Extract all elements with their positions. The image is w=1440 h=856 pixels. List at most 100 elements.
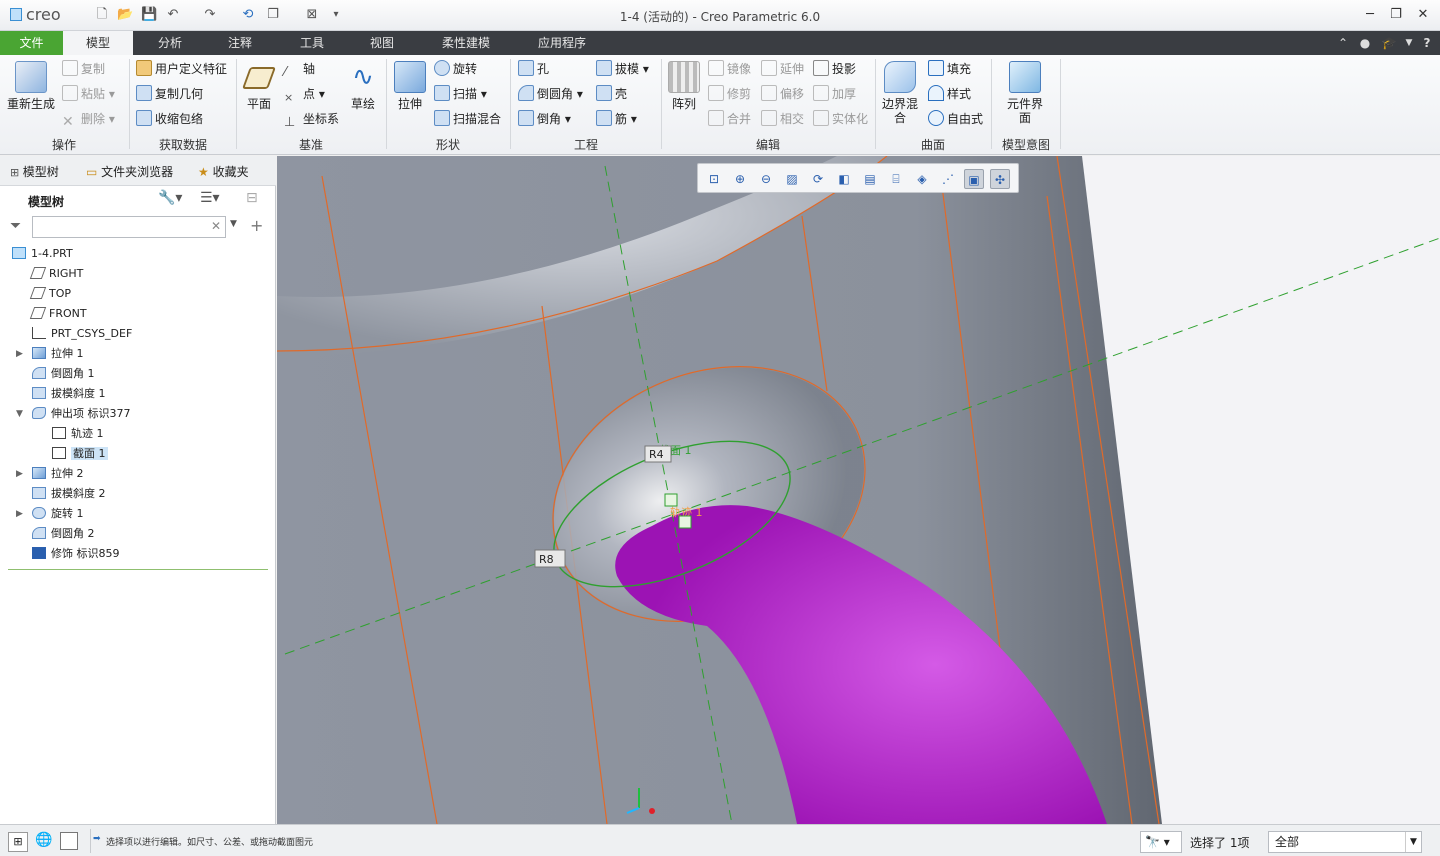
draft-button[interactable]: 拔模 ▾ (596, 59, 649, 79)
tab-tools[interactable]: 工具 (282, 31, 342, 55)
group-label-get-data[interactable]: 获取数据 (130, 136, 236, 152)
find-button[interactable]: 🔭 ▾ (1140, 831, 1182, 853)
datum-display-icon[interactable]: ⋰ (938, 169, 958, 189)
search-options-icon[interactable]: ▼ (230, 219, 237, 229)
tree-search-field[interactable]: ✕ (32, 216, 226, 238)
tree-item[interactable]: 修饰 标识859 (0, 544, 276, 564)
learning-icon[interactable]: 🎓 (1380, 34, 1398, 52)
regenerate-button[interactable]: 重新生成 (4, 61, 58, 111)
tab-model[interactable]: 模型 (63, 31, 133, 55)
component-interface-button[interactable]: 元件界面 (996, 61, 1054, 125)
group-label-surfaces[interactable]: 曲面 (876, 136, 990, 152)
freestyle-button[interactable]: 自由式 (928, 109, 983, 129)
close-window-icon[interactable]: ⊠ (304, 7, 320, 23)
zoom-in-icon[interactable]: ⊕ (730, 169, 750, 189)
tab-view[interactable]: 视图 (352, 31, 412, 55)
restore-icon[interactable]: ❐ (1383, 6, 1409, 24)
fullscreen-icon[interactable] (60, 832, 78, 850)
clear-search-icon[interactable]: ✕ (211, 219, 221, 233)
save-icon[interactable]: 💾 (141, 7, 157, 23)
regenerate-icon[interactable]: ⟲ (240, 7, 256, 23)
tree-item[interactable]: FRONT (0, 304, 276, 324)
chevron-down-icon[interactable]: ▼ (1400, 34, 1418, 52)
extrude-button[interactable]: 拉伸 (390, 61, 430, 111)
settings-icon[interactable]: 🔧▾ (158, 190, 182, 206)
tab-folder-browser[interactable]: ▭ 文件夹浏览器 (86, 163, 173, 180)
tree-item[interactable]: 轨迹 1 (0, 424, 276, 444)
filter-tree-icon[interactable]: ⊟ (246, 190, 258, 206)
reorient-icon[interactable]: ⟳ (808, 169, 828, 189)
model-canvas[interactable]: 截面 1 轨迹 1 R4 R8 (277, 156, 1440, 824)
add-column-icon[interactable]: + (250, 216, 263, 235)
browser-icon[interactable]: 🌐 (34, 832, 54, 852)
tab-file[interactable]: 文件 (0, 31, 63, 55)
spin-center-icon[interactable]: ✣ (990, 169, 1010, 189)
show-icon[interactable]: ☰▾ (200, 190, 220, 206)
thicken-button[interactable]: 加厚 (813, 84, 856, 104)
selection-filter-select[interactable]: 全部 ▼ (1268, 831, 1422, 853)
view-manager-icon[interactable]: ⌸ (886, 169, 906, 189)
intersect-button[interactable]: 相交 (761, 109, 804, 129)
saved-views-icon[interactable]: ▤ (860, 169, 880, 189)
group-label-datum[interactable]: 基准 (237, 136, 385, 152)
rib-button[interactable]: 筋 ▾ (596, 109, 637, 129)
tree-item[interactable]: 截面 1 (0, 444, 276, 464)
boundary-blend-button[interactable]: 边界混合 (879, 61, 921, 125)
refit-icon[interactable]: ⊡ (704, 169, 724, 189)
sweep-button[interactable]: 扫描 ▾ (434, 84, 487, 104)
shrinkwrap-button[interactable]: 收缩包络 (136, 109, 203, 129)
tab-favorites[interactable]: ★ 收藏夹 (198, 163, 249, 180)
plane-button[interactable]: 平面 (240, 61, 278, 111)
graphics-viewport[interactable]: 截面 1 轨迹 1 R4 R8 (277, 156, 1440, 824)
pattern-button[interactable]: 阵列 (666, 61, 702, 111)
group-label-operations[interactable]: 操作 (0, 136, 128, 152)
tree-item[interactable]: PRT_CSYS_DEF (0, 324, 276, 344)
redo-icon[interactable]: ↷ (202, 7, 218, 23)
tab-model-tree[interactable]: ⊞ 模型树 (10, 163, 59, 180)
expand-toggle-icon[interactable]: ▼ (16, 404, 23, 424)
extend-button[interactable]: 延伸 (761, 59, 804, 79)
tree-item[interactable]: ▶ 旋转 1 (0, 504, 276, 524)
tab-flexible-modeling[interactable]: 柔性建模 (428, 31, 504, 55)
help-icon[interactable]: ? (1418, 34, 1436, 52)
solidify-button[interactable]: 实体化 (813, 109, 868, 129)
tab-analysis[interactable]: 分析 (140, 31, 200, 55)
shell-button[interactable]: 壳 (596, 84, 627, 104)
undo-icon[interactable]: ↶ (165, 7, 181, 23)
display-style-icon[interactable]: ◧ (834, 169, 854, 189)
udf-button[interactable]: 用户定义特征 (136, 59, 227, 79)
sketch-button[interactable]: ∿ 草绘 (344, 61, 382, 111)
search-help-icon[interactable]: ● (1356, 34, 1374, 52)
tree-item[interactable]: 1-4.PRT (0, 244, 276, 264)
tab-applications[interactable]: 应用程序 (524, 31, 600, 55)
tree-item[interactable]: RIGHT (0, 264, 276, 284)
windows-icon[interactable]: ❐ (265, 7, 281, 23)
csys-button[interactable]: ⊥ 坐标系 (284, 109, 339, 130)
mirror-button[interactable]: 镜像 (708, 59, 751, 79)
toggle-navigator-icon[interactable]: ⊞ (8, 832, 28, 852)
chevron-down-icon[interactable]: ▼ (1405, 832, 1421, 852)
constraint-marker-1[interactable] (664, 493, 678, 507)
tree-item[interactable]: TOP (0, 284, 276, 304)
tree-item[interactable]: ▶ 拉伸 1 (0, 344, 276, 364)
copy-button[interactable]: 复制 (62, 59, 105, 79)
swept-blend-button[interactable]: 扫描混合 (434, 109, 501, 129)
merge-button[interactable]: 合并 (708, 109, 751, 129)
fill-button[interactable]: 填充 (928, 59, 971, 79)
axis-button[interactable]: ⁄ 轴 (284, 59, 315, 80)
zoom-out-icon[interactable]: ⊖ (756, 169, 776, 189)
project-button[interactable]: 投影 (813, 59, 856, 79)
chamfer-button[interactable]: 倒角 ▾ (518, 109, 571, 129)
new-icon[interactable]: 🗋 (94, 7, 110, 23)
repaint-icon[interactable]: ▨ (782, 169, 802, 189)
group-label-editing[interactable]: 编辑 (662, 136, 874, 152)
round-button[interactable]: 倒圆角 ▾ (518, 84, 583, 104)
offset-button[interactable]: 偏移 (761, 84, 804, 104)
tree-item[interactable]: 倒圆角 1 (0, 364, 276, 384)
trim-button[interactable]: 修剪 (708, 84, 751, 104)
tab-annotate[interactable]: 注释 (210, 31, 270, 55)
annotation-display-icon[interactable]: ▣ (964, 169, 984, 189)
minimize-icon[interactable]: ─ (1357, 6, 1383, 24)
style-button[interactable]: 样式 (928, 84, 971, 104)
paste-button[interactable]: 粘贴 ▾ (62, 84, 115, 104)
